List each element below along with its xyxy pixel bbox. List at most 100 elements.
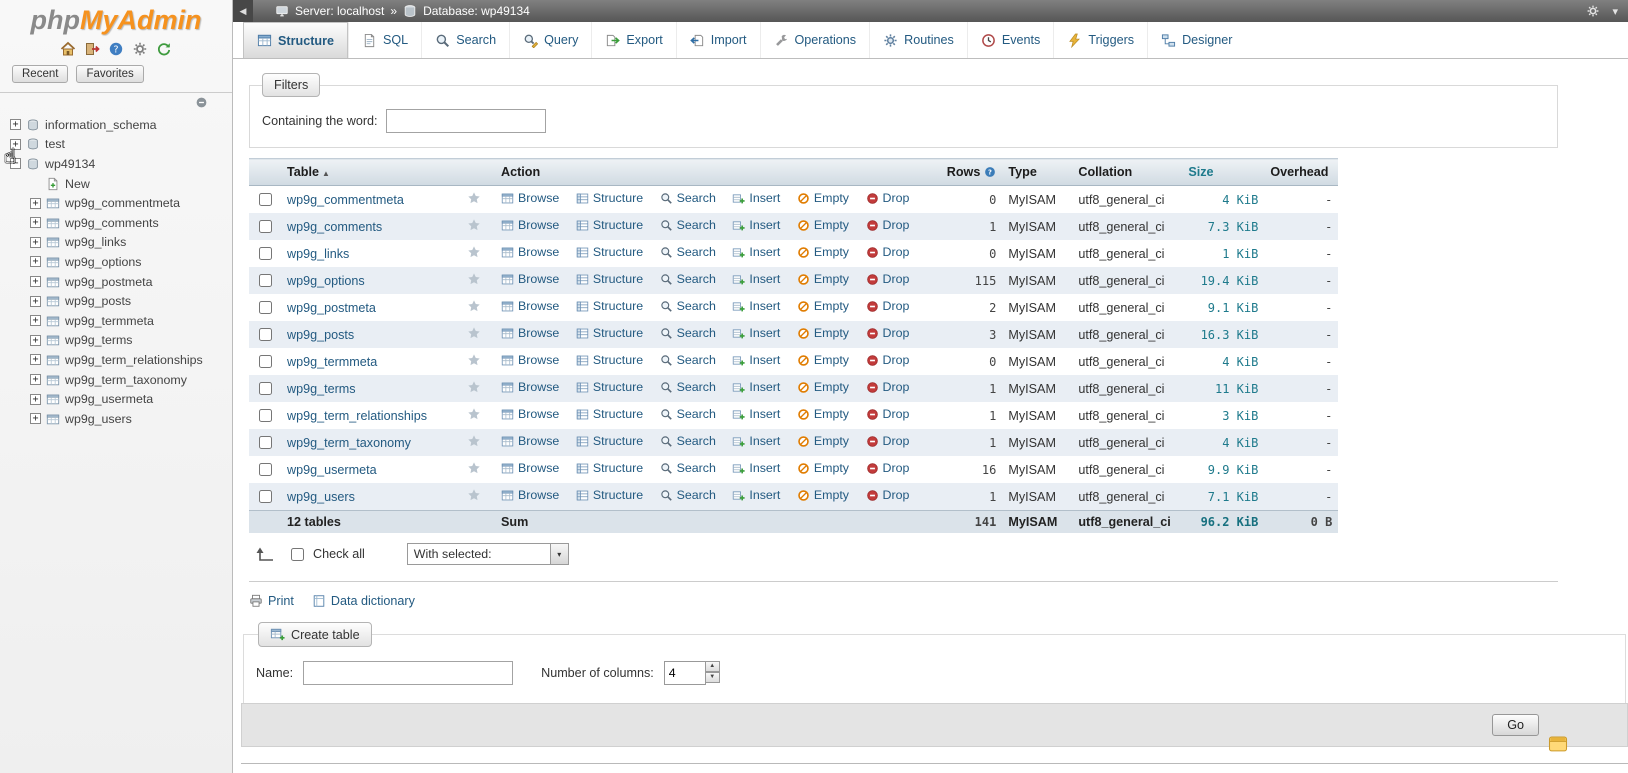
browse-link[interactable]: Browse <box>501 299 559 313</box>
tree-item-label[interactable]: wp9g_term_relationships <box>65 353 203 367</box>
tree-item-label[interactable]: wp9g_postmeta <box>65 275 152 289</box>
structure-link[interactable]: Structure <box>576 299 643 313</box>
empty-link[interactable]: Empty <box>797 434 849 448</box>
empty-link[interactable]: Empty <box>797 191 849 205</box>
browse-link[interactable]: Browse <box>501 380 559 394</box>
favorite-star-icon[interactable] <box>467 488 481 502</box>
tree-item-label[interactable]: wp9g_links <box>65 235 126 249</box>
insert-link[interactable]: Insert <box>732 380 780 394</box>
tree-item-wp9g_term_taxonomy[interactable]: +wp9g_term_taxonomy <box>0 370 232 390</box>
database-link[interactable]: Database: wp49134 <box>423 4 530 18</box>
search-link[interactable]: Search <box>660 272 716 286</box>
drop-link[interactable]: Drop <box>866 488 910 502</box>
drop-link[interactable]: Drop <box>866 191 910 205</box>
tree-item-wp49134[interactable]: −wp49134 <box>0 154 232 174</box>
tab-triggers[interactable]: Triggers <box>1053 22 1147 58</box>
favorite-star-icon[interactable] <box>467 326 481 340</box>
expand-icon[interactable]: + <box>30 217 41 228</box>
insert-link[interactable]: Insert <box>732 272 780 286</box>
refresh-icon[interactable] <box>156 41 172 57</box>
row-checkbox[interactable] <box>259 220 272 233</box>
structure-link[interactable]: Structure <box>576 353 643 367</box>
structure-link[interactable]: Structure <box>576 380 643 394</box>
browse-link[interactable]: Browse <box>501 461 559 475</box>
drop-link[interactable]: Drop <box>866 434 910 448</box>
tab-search[interactable]: Search <box>421 22 509 58</box>
insert-link[interactable]: Insert <box>732 191 780 205</box>
empty-link[interactable]: Empty <box>797 272 849 286</box>
header-overhead[interactable]: Overhead <box>1264 159 1338 186</box>
sidebar-collapse-button[interactable]: ◀ <box>233 0 253 22</box>
drop-link[interactable]: Drop <box>866 461 910 475</box>
tab-query[interactable]: Query <box>509 22 591 58</box>
empty-link[interactable]: Empty <box>797 299 849 313</box>
insert-link[interactable]: Insert <box>732 326 780 340</box>
console-icon[interactable] <box>1548 736 1568 753</box>
browse-link[interactable]: Browse <box>501 218 559 232</box>
favorite-star-icon[interactable] <box>467 380 481 394</box>
table-name-link[interactable]: wp9g_comments <box>287 220 382 234</box>
tree-item-wp9g_links[interactable]: +wp9g_links <box>0 233 232 253</box>
browse-link[interactable]: Browse <box>501 272 559 286</box>
row-checkbox[interactable] <box>259 490 272 503</box>
expand-icon[interactable]: + <box>30 198 41 209</box>
tree-item-information_schema[interactable]: +information_schema <box>0 115 232 135</box>
insert-link[interactable]: Insert <box>732 461 780 475</box>
check-all-checkbox[interactable] <box>291 548 304 561</box>
tab-events[interactable]: Events <box>967 22 1054 58</box>
row-checkbox[interactable] <box>259 463 272 476</box>
columns-count-input[interactable] <box>664 661 706 685</box>
table-name-link[interactable]: wp9g_posts <box>287 328 354 342</box>
expand-icon[interactable]: + <box>30 315 41 326</box>
tree-item-test[interactable]: +test <box>0 135 232 155</box>
empty-link[interactable]: Empty <box>797 353 849 367</box>
favorite-star-icon[interactable] <box>467 353 481 367</box>
docs-icon[interactable] <box>108 41 124 57</box>
expand-icon[interactable]: + <box>30 374 41 385</box>
tree-item-label[interactable]: wp9g_commentmeta <box>65 196 180 210</box>
header-collation[interactable]: Collation <box>1072 159 1182 186</box>
table-name-link[interactable]: wp9g_usermeta <box>287 463 377 477</box>
table-name-link[interactable]: wp9g_termmeta <box>287 355 377 369</box>
tree-item-wp9g_options[interactable]: +wp9g_options <box>0 252 232 272</box>
row-checkbox[interactable] <box>259 247 272 260</box>
search-link[interactable]: Search <box>660 191 716 205</box>
table-name-link[interactable]: wp9g_users <box>287 490 355 504</box>
chevron-down-icon[interactable]: ▾ <box>1612 5 1618 18</box>
drop-link[interactable]: Drop <box>866 407 910 421</box>
expand-icon[interactable]: + <box>30 276 41 287</box>
tab-structure[interactable]: Structure <box>243 22 348 58</box>
structure-link[interactable]: Structure <box>576 407 643 421</box>
empty-link[interactable]: Empty <box>797 488 849 502</box>
favorite-star-icon[interactable] <box>467 245 481 259</box>
browse-link[interactable]: Browse <box>501 326 559 340</box>
empty-link[interactable]: Empty <box>797 461 849 475</box>
favorite-star-icon[interactable] <box>467 434 481 448</box>
header-rows[interactable]: Rows <box>928 159 1002 186</box>
browse-link[interactable]: Browse <box>501 407 559 421</box>
search-link[interactable]: Search <box>660 299 716 313</box>
help-icon[interactable] <box>984 166 996 178</box>
row-checkbox[interactable] <box>259 382 272 395</box>
structure-link[interactable]: Structure <box>576 245 643 259</box>
tree-item-label[interactable]: New <box>65 177 90 191</box>
tab-sql[interactable]: SQL <box>348 22 421 58</box>
breadcrumb-database[interactable]: Database: wp49134 <box>403 4 530 18</box>
phpmyadmin-logo[interactable]: phpMyAdmin <box>0 0 232 37</box>
search-link[interactable]: Search <box>660 461 716 475</box>
table-name-link[interactable]: wp9g_links <box>287 247 349 261</box>
with-selected-dropdown[interactable]: With selected: ▾ <box>407 543 569 565</box>
table-name-link[interactable]: wp9g_term_taxonomy <box>287 436 411 450</box>
tree-item-wp9g_term_relationships[interactable]: +wp9g_term_relationships <box>0 350 232 370</box>
expand-icon[interactable]: + <box>30 413 41 424</box>
header-type[interactable]: Type <box>1002 159 1072 186</box>
tree-item-label[interactable]: wp49134 <box>45 157 95 171</box>
favorite-star-icon[interactable] <box>467 218 481 232</box>
search-link[interactable]: Search <box>660 407 716 421</box>
tree-item-label[interactable]: wp9g_usermeta <box>65 392 153 406</box>
tree-item-wp9g_usermeta[interactable]: + wp9g_usermeta <box>0 389 232 409</box>
expand-icon[interactable]: + <box>30 394 41 405</box>
structure-link[interactable]: Structure <box>576 326 643 340</box>
tab-export[interactable]: Export <box>591 22 675 58</box>
drop-link[interactable]: Drop <box>866 245 910 259</box>
